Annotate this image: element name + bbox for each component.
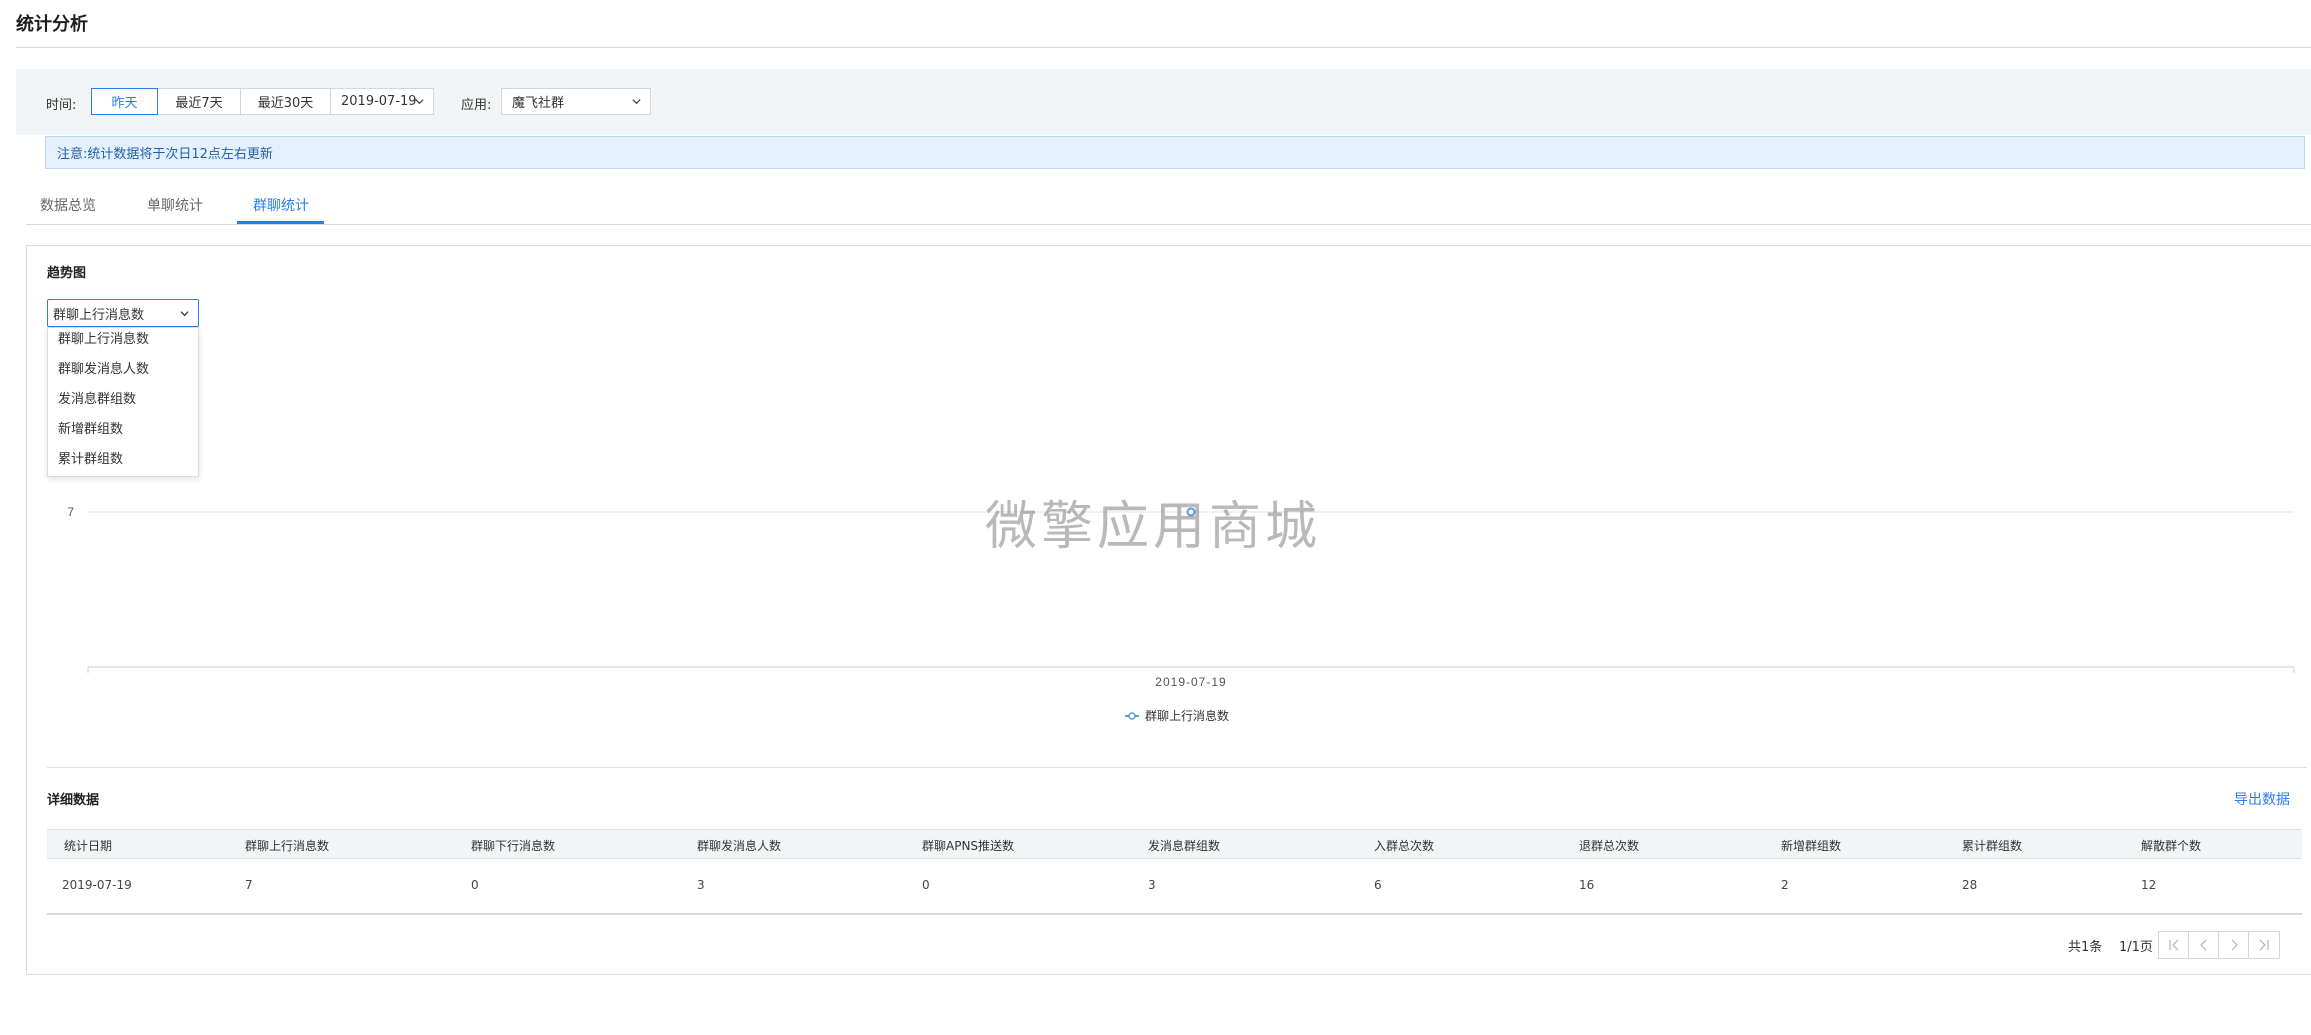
metric-option-group-senders[interactable]: 群聊发消息人数 <box>48 358 198 388</box>
table-cell: 6 <box>1374 878 1382 892</box>
table-header: 统计日期 群聊上行消息数 群聊下行消息数 群聊发消息人数 群聊APNS推送数 发… <box>47 829 2302 859</box>
table-cell: 3 <box>697 878 705 892</box>
legend-marker <box>1128 712 1136 720</box>
next-page-button[interactable] <box>2219 932 2249 958</box>
pagination-controls <box>2158 931 2280 959</box>
table-cell: 2019-07-19 <box>62 878 132 892</box>
table-cell: 12 <box>2141 878 2157 892</box>
metric-select-value: 群聊上行消息数 <box>53 307 145 323</box>
chevron-right-icon <box>2231 939 2238 951</box>
legend-label: 群聊上行消息数 <box>1145 708 1229 723</box>
first-page-icon <box>2168 939 2178 951</box>
table-row: 2019-07-19 7 0 3 0 3 6 16 2 28 12 <box>47 859 2302 915</box>
metric-dropdown: 群聊上行消息数 群聊发消息人数 发消息群组数 新增群组数 累计群组数 <box>47 327 199 477</box>
y-tick-label: 7 <box>67 505 74 519</box>
column-header: 累计群组数 <box>1962 839 2023 853</box>
data-point <box>1186 507 1196 517</box>
column-header: 统计日期 <box>64 839 113 853</box>
column-header: 入群总次数 <box>1374 839 1435 853</box>
prev-page-button[interactable] <box>2189 932 2219 958</box>
first-page-button[interactable] <box>2159 932 2189 958</box>
x-tick-label: 2019-07-19 <box>1155 675 1226 689</box>
column-header: 解散群个数 <box>2141 839 2202 853</box>
chevron-down-icon <box>180 311 189 317</box>
table-cell: 28 <box>1962 878 1978 892</box>
last-page-button[interactable] <box>2249 932 2279 958</box>
table-cell: 0 <box>922 878 930 892</box>
column-header: 新增群组数 <box>1781 839 1842 853</box>
column-header: 退群总次数 <box>1579 839 1640 853</box>
detail-title: 详细数据 <box>47 793 100 808</box>
table-cell: 0 <box>471 878 479 892</box>
metric-select[interactable]: 群聊上行消息数 <box>47 299 199 327</box>
table-cell: 2 <box>1781 878 1789 892</box>
table-cell: 16 <box>1579 878 1595 892</box>
last-page-icon <box>2259 939 2269 951</box>
metric-option-new-groups[interactable]: 新增群组数 <box>48 418 198 448</box>
column-header: 群聊发消息人数 <box>697 839 782 853</box>
time-option-yesterday[interactable]: 昨天 <box>91 88 158 115</box>
column-header: 群聊上行消息数 <box>245 839 330 853</box>
column-header: 群聊下行消息数 <box>471 839 556 853</box>
export-data-link[interactable]: 导出数据 <box>2234 789 2290 809</box>
pagination-total: 共1条 <box>2068 940 2103 955</box>
table-cell: 7 <box>245 878 253 892</box>
detail-divider <box>47 767 2307 768</box>
column-header: 群聊APNS推送数 <box>922 839 1015 853</box>
column-header: 发消息群组数 <box>1148 839 1221 853</box>
metric-option-active-groups[interactable]: 发消息群组数 <box>48 388 198 418</box>
trend-chart: 7 2019-07-19 群聊上行消息数 <box>67 505 2295 723</box>
metric-option-group-upstream[interactable]: 群聊上行消息数 <box>48 328 198 358</box>
table-cell: 3 <box>1148 878 1156 892</box>
chevron-left-icon <box>2199 939 2206 951</box>
pagination-page: 1/1页 <box>2119 940 2153 955</box>
metric-option-total-groups[interactable]: 累计群组数 <box>48 448 198 478</box>
